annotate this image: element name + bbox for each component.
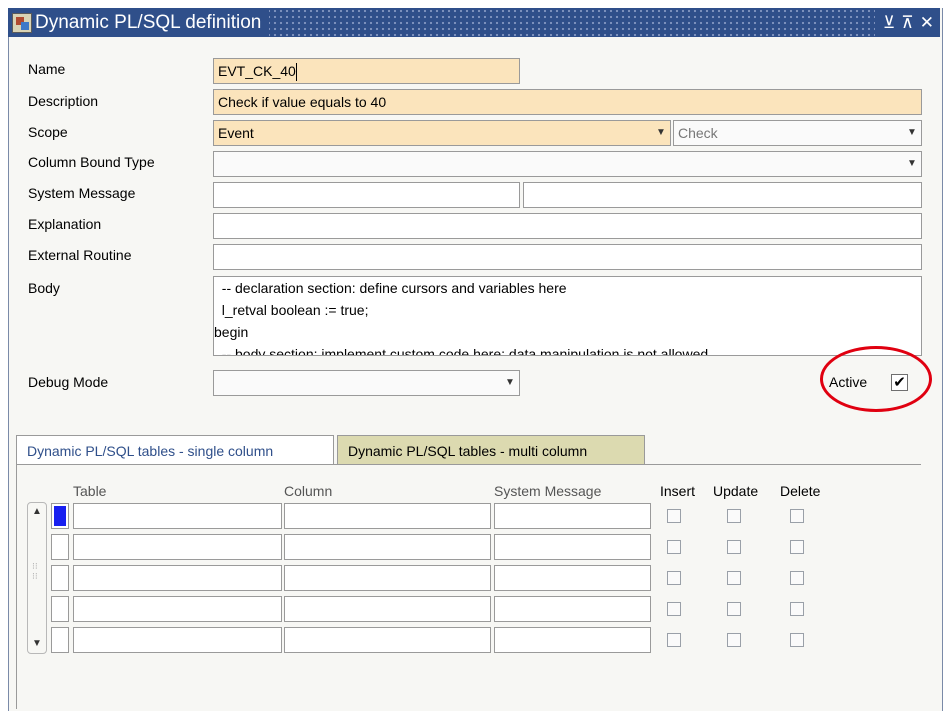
chevron-down-icon[interactable]: ▼ — [501, 371, 519, 395]
body-line: l_retval boolean := true; — [214, 302, 369, 318]
system-message-cell[interactable] — [494, 596, 651, 622]
window-title: Dynamic PL/SQL definition — [35, 11, 262, 33]
column-header-insert: Insert — [660, 483, 696, 499]
system-message-cell[interactable] — [494, 503, 651, 529]
column-header-update: Update — [713, 483, 759, 499]
column-cell[interactable] — [284, 565, 491, 591]
column-cell[interactable] — [284, 534, 491, 560]
delete-checkbox[interactable] — [790, 571, 804, 585]
column-header-delete: Delete — [780, 483, 821, 499]
explanation-label: Explanation — [28, 216, 102, 232]
scope-label: Scope — [28, 124, 68, 140]
system-message-field[interactable] — [213, 182, 520, 208]
insert-checkbox[interactable] — [667, 540, 681, 554]
column-header-system-message: System Message — [494, 483, 602, 499]
external-routine-field[interactable] — [213, 244, 922, 270]
minimize-icon[interactable]: ⊻ — [883, 13, 895, 33]
window-controls: ⊻ ⊼ ✕ — [874, 8, 940, 37]
system-message-field-2[interactable] — [523, 182, 922, 208]
insert-checkbox[interactable] — [667, 602, 681, 616]
name-value: EVT_CK_40 — [218, 63, 296, 79]
update-checkbox[interactable] — [727, 602, 741, 616]
arrow-up-icon[interactable]: ▲ — [30, 505, 44, 519]
record-indicator[interactable] — [51, 596, 69, 622]
delete-checkbox[interactable] — [790, 540, 804, 554]
system-message-cell[interactable] — [494, 534, 651, 560]
chevron-down-icon[interactable]: ▼ — [903, 152, 921, 176]
scroll-grip[interactable]: ⁝⁝ ⁝⁝ — [32, 561, 42, 591]
insert-checkbox[interactable] — [667, 571, 681, 585]
scope-select[interactable]: Event ▼ — [213, 120, 671, 146]
arrow-down-icon[interactable]: ▼ — [30, 637, 44, 651]
chevron-down-icon[interactable]: ▼ — [652, 121, 670, 145]
record-indicator[interactable] — [51, 627, 69, 653]
table-cell[interactable] — [73, 503, 282, 529]
column-header-table: Table — [73, 483, 107, 499]
table-cell[interactable] — [73, 627, 282, 653]
delete-checkbox[interactable] — [790, 602, 804, 616]
update-checkbox[interactable] — [727, 509, 741, 523]
close-icon[interactable]: ✕ — [920, 13, 934, 33]
grid-scrollbar[interactable]: ▲ ⁝⁝ ⁝⁝ ▼ — [27, 502, 47, 654]
table-cell[interactable] — [73, 534, 282, 560]
update-checkbox[interactable] — [727, 540, 741, 554]
body-line: -- body section: implement custom code h… — [214, 346, 709, 356]
debug-mode-select[interactable]: ▼ — [213, 370, 520, 396]
update-checkbox[interactable] — [727, 633, 741, 647]
update-checkbox[interactable] — [727, 571, 741, 585]
column-bound-type-label: Column Bound Type — [28, 154, 155, 170]
scope-value: Event — [218, 125, 254, 141]
scope-secondary-value: Check — [678, 125, 718, 141]
body-label: Body — [28, 280, 60, 296]
column-bound-type-select[interactable]: ▼ — [213, 151, 922, 177]
delete-checkbox[interactable] — [790, 509, 804, 523]
annotation-circle — [820, 346, 932, 412]
name-label: Name — [28, 61, 66, 77]
chevron-down-icon[interactable]: ▼ — [903, 121, 921, 145]
delete-checkbox[interactable] — [790, 633, 804, 647]
title-bar[interactable]: Dynamic PL/SQL definition ⊻ ⊼ ✕ — [8, 8, 940, 37]
scope-secondary-select[interactable]: Check ▼ — [673, 120, 922, 146]
insert-checkbox[interactable] — [667, 633, 681, 647]
external-routine-label: External Routine — [28, 247, 132, 263]
insert-checkbox[interactable] — [667, 509, 681, 523]
column-cell[interactable] — [284, 627, 491, 653]
description-label: Description — [28, 93, 99, 109]
record-indicator[interactable] — [51, 565, 69, 591]
record-indicator[interactable] — [51, 534, 69, 560]
column-header-column: Column — [284, 483, 333, 499]
explanation-field[interactable] — [213, 213, 922, 239]
tab-multi-column[interactable]: Dynamic PL/SQL tables - multi column — [337, 435, 645, 465]
text-caret — [295, 63, 297, 82]
maximize-icon[interactable]: ⊼ — [901, 13, 913, 33]
description-value: Check if value equals to 40 — [218, 94, 387, 110]
system-message-cell[interactable] — [494, 565, 651, 591]
body-textarea[interactable]: -- declaration section: define cursors a… — [213, 276, 922, 356]
system-message-cell[interactable] — [494, 627, 651, 653]
title-left: Dynamic PL/SQL definition — [8, 8, 270, 37]
column-cell[interactable] — [284, 596, 491, 622]
body-line: begin — [214, 324, 249, 340]
debug-mode-label: Debug Mode — [28, 374, 109, 390]
tab-single-column[interactable]: Dynamic PL/SQL tables - single column — [16, 435, 334, 465]
column-cell[interactable] — [284, 503, 491, 529]
forms-app-icon[interactable] — [12, 12, 32, 33]
table-cell[interactable] — [73, 596, 282, 622]
description-field[interactable]: Check if value equals to 40 — [213, 89, 922, 115]
record-indicator[interactable] — [51, 503, 69, 529]
name-field[interactable]: EVT_CK_40 — [213, 58, 520, 84]
body-line: -- declaration section: define cursors a… — [214, 280, 567, 296]
table-cell[interactable] — [73, 565, 282, 591]
system-message-label: System Message — [28, 185, 136, 201]
